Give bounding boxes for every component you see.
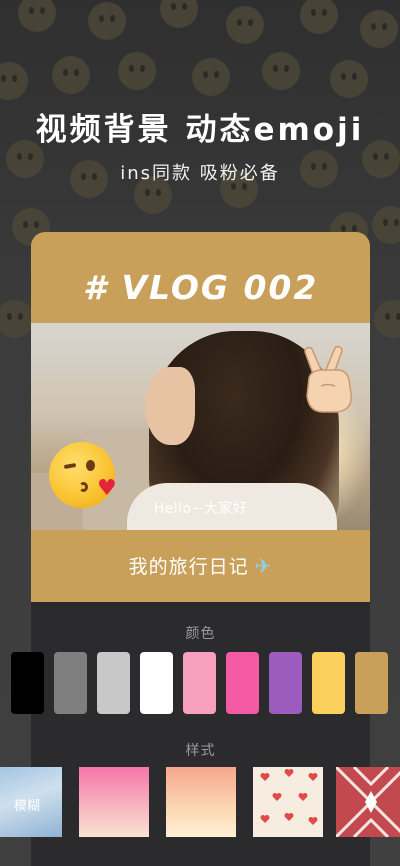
color-swatch-yellow[interactable] <box>312 652 345 714</box>
airplane-icon: ✈ <box>254 554 273 578</box>
heart-icon: ♥ <box>97 476 117 501</box>
color-swatch-tan[interactable] <box>355 652 388 714</box>
victory-hand-emoji-sticker[interactable] <box>299 344 357 416</box>
color-swatch-hot-pink[interactable] <box>226 652 259 714</box>
color-swatch-gray[interactable] <box>54 652 87 714</box>
victory-hand-icon <box>304 345 352 413</box>
diary-title: 我的旅行日记 <box>128 556 249 578</box>
style-blur[interactable]: 模糊 <box>0 767 62 837</box>
style-hearts-pattern[interactable] <box>253 767 323 837</box>
kissing-face-emoji-sticker[interactable]: ♥ <box>49 442 117 508</box>
color-swatch-purple[interactable] <box>269 652 302 714</box>
colors-section-label: 颜色 <box>185 626 216 642</box>
promo-subline: ins同款 吸粉必备 <box>120 163 280 184</box>
color-swatch-black[interactable] <box>11 652 44 714</box>
hearts-pattern-icon <box>260 769 318 825</box>
style-pink-gradient[interactable] <box>79 767 149 837</box>
diamond-pattern-icon <box>336 767 400 837</box>
color-swatch-light-pink[interactable] <box>183 652 216 714</box>
style-peach-gradient[interactable] <box>166 767 236 837</box>
style-thumbnail-row: 模糊 <box>0 767 400 837</box>
promo-headline: 视频背景 动态emoji <box>35 112 365 148</box>
color-swatch-row <box>0 652 400 714</box>
style-red-diamond-pattern[interactable] <box>336 767 400 837</box>
styles-section-label: 样式 <box>185 743 216 759</box>
vlog-title: # VLOG 002 <box>83 268 319 307</box>
style-blur-label: 模糊 <box>13 799 40 814</box>
vlog-header-block: # VLOG 002 <box>31 232 370 323</box>
color-swatch-light-gray[interactable] <box>97 652 130 714</box>
diary-title-block: 我的旅行日记 ✈ <box>31 530 370 602</box>
woman-face <box>145 367 195 445</box>
color-swatch-white[interactable] <box>140 652 173 714</box>
